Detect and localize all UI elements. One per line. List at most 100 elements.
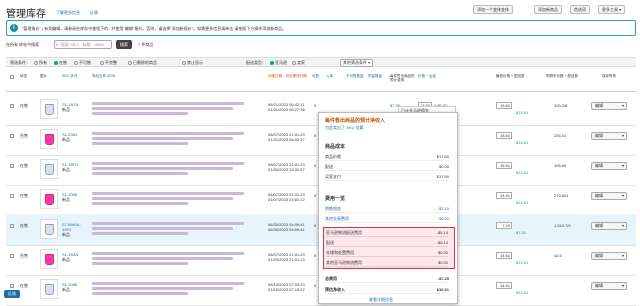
- feedback-tab[interactable]: 反馈: [4, 290, 20, 298]
- row-checkbox[interactable]: [10, 284, 14, 288]
- learn-more-link[interactable]: 了解更多信息: [56, 10, 80, 16]
- row-checkbox[interactable]: [10, 194, 14, 198]
- row-status: 在售: [20, 253, 28, 258]
- row-date: 06/07/2023 21:01:23 01/31/2023 06:02:37: [268, 132, 305, 142]
- col-title[interactable]: 商品名称 ASIN: [92, 74, 122, 78]
- row-lowest: 100.2/6: [554, 103, 568, 108]
- col-sku[interactable]: SKU 状况: [62, 74, 86, 78]
- row-checkbox[interactable]: [10, 104, 14, 108]
- row-edit-dropdown[interactable]: 编辑: [591, 282, 627, 290]
- row-title-redacted[interactable]: [92, 102, 252, 116]
- row-buybox-price: $14.61: [516, 290, 529, 295]
- product-image: [40, 99, 58, 119]
- row-buybox-input[interactable]: 14.61: [496, 282, 512, 289]
- filter-inactive[interactable]: 不可售: [74, 60, 91, 66]
- row-buybox-input[interactable]: 14.61: [496, 252, 512, 259]
- row-edit-dropdown[interactable]: 编辑: [591, 252, 627, 260]
- row-sku[interactable]: S1-2088 新品: [62, 192, 88, 202]
- feedback-link[interactable]: 反馈: [90, 10, 98, 16]
- product-image: [40, 189, 58, 209]
- col-status[interactable]: 状态: [20, 74, 27, 78]
- row-checkbox[interactable]: [10, 224, 14, 228]
- fee-row: 亚马逊物流配送费用 -$5.14: [326, 230, 448, 237]
- row-buybox-input[interactable]: 15.61: [496, 102, 512, 109]
- row-checkbox[interactable]: [10, 164, 14, 168]
- filter-incomplete[interactable]: 不完整: [100, 60, 117, 66]
- col-inbound[interactable]: 入库: [326, 74, 344, 78]
- row-lowest: 42.6: [554, 253, 562, 258]
- row-lowest: 195.60: [554, 163, 567, 168]
- filter-merchant[interactable]: 卖家: [292, 60, 305, 66]
- row-sku[interactable]: S1-1K8A 新品: [62, 252, 88, 262]
- row-date: 06/07/2023 21:01:23 01/29/2023 21:01:23: [268, 252, 305, 262]
- row-status: 在售: [20, 103, 28, 108]
- filter-active[interactable]: 在售: [54, 60, 67, 66]
- filter-suppressed[interactable]: 禁止显示: [182, 60, 203, 66]
- col-image: 图片: [40, 74, 47, 78]
- filter-removed[interactable]: 已删除的商品: [128, 60, 157, 66]
- search-scope-label[interactable]: 在所有 库存中搜索: [6, 42, 39, 48]
- fee-row: 其他亚马逊物流费用 $0.00: [326, 260, 448, 267]
- row-sku[interactable]: S1-2088 新品: [62, 282, 88, 292]
- row-title-redacted[interactable]: [92, 132, 252, 146]
- col-price[interactable]: 价格 + 运费: [418, 74, 446, 78]
- row-title-redacted[interactable]: [92, 282, 252, 296]
- col-unfulfillable[interactable]: 不可售数量: [346, 74, 366, 78]
- view-details-link[interactable]: 查看详细信息: [369, 297, 393, 303]
- fee-row: 配送 $0.00: [325, 164, 449, 171]
- add-variation-button[interactable]: 添加一个变体变体: [473, 5, 513, 14]
- fee-row: 买家支付 $17.90: [325, 174, 449, 181]
- preferences-button[interactable]: 首选项: [570, 5, 590, 14]
- save-all-button[interactable]: 保存所有: [602, 74, 628, 78]
- filter-fba[interactable]: 亚马逊: [270, 60, 287, 66]
- row-status: 在售: [20, 193, 28, 198]
- more-filters-dropdown[interactable]: 其他筛选条件 ▾: [340, 59, 374, 67]
- search-input[interactable]: 搜索 SKU、标题、ISBN: [54, 40, 112, 49]
- page-title: 管理库存: [6, 9, 46, 20]
- row-lowest: 270.824: [554, 193, 569, 198]
- row-title-redacted[interactable]: [92, 252, 252, 266]
- row-sku[interactable]: S1-3RR1 新品: [62, 162, 88, 172]
- row-available: 0: [314, 223, 317, 228]
- row-checkbox[interactable]: [10, 134, 14, 138]
- col-date[interactable]: 创建日期 ↓ 状态更改日期: [268, 74, 312, 78]
- filter-all[interactable]: 所有: [34, 60, 47, 66]
- row-sku[interactable]: S7-BW0A-19E4 新品: [62, 222, 88, 237]
- row-buybox-input[interactable]: 15.61: [496, 162, 512, 169]
- fee-section-title: 费用一览: [325, 196, 346, 202]
- row-edit-dropdown[interactable]: 编辑: [591, 162, 627, 170]
- filter-bar: 筛选条件： 所有 在售 不可售 不完整 已删除的商品 禁止显示 配送类型： 亚马…: [6, 57, 636, 67]
- table-header: 状态 图片 SKU 状况 商品名称 ASIN 创建日期 ↓ 状态更改日期 可售 …: [6, 70, 636, 92]
- row-edit-dropdown[interactable]: 编辑: [591, 102, 627, 110]
- row-edit-dropdown[interactable]: 编辑: [591, 132, 627, 140]
- col-available[interactable]: 可售: [312, 74, 319, 78]
- row-checkbox[interactable]: [10, 254, 14, 258]
- row-buybox-input[interactable]: 18.61: [496, 132, 512, 139]
- row-available: 0: [314, 163, 317, 168]
- more-tools-button[interactable]: 更多工具 ▾: [598, 5, 626, 14]
- row-buybox-input[interactable]: 14.61: [496, 192, 512, 199]
- row-title-redacted[interactable]: [92, 162, 252, 176]
- product-image: [40, 159, 58, 179]
- col-reserved[interactable]: 预留数量: [368, 74, 388, 78]
- banner-text: "管理报价" | 有关编辑，请参阅在库存中查找下的...并使用"编辑"报价。否则…: [22, 26, 287, 31]
- row-date: 06/07/2023 21:01:23 01/07/2023 23:01:22: [268, 192, 305, 202]
- fee-row: 其他交易费用 $0.00: [325, 216, 449, 223]
- row-buybox-price: $14.61: [516, 260, 529, 265]
- add-product-button[interactable]: 添加新商品: [534, 5, 562, 14]
- fulfilled-by-label: 配送类型：: [246, 60, 266, 65]
- row-available: 0: [314, 193, 317, 198]
- row-buybox-price: $7.20: [516, 230, 527, 235]
- info-banner: i "管理报价" | 有关编辑，请参阅在库存中查找下的...并使用"编辑"报价。…: [6, 20, 636, 36]
- row-edit-dropdown[interactable]: 编辑: [591, 192, 627, 200]
- row-buybox-input[interactable]: 7.20: [496, 222, 512, 229]
- total-fees-row: 总费用 -$7.29: [325, 276, 449, 283]
- row-date: 06/14/2023 07:03:23 01/10/2023 07:15:22: [268, 282, 305, 292]
- row-sku[interactable]: S1-2084 新品: [62, 132, 88, 142]
- row-edit-dropdown[interactable]: 编辑: [591, 222, 627, 230]
- row-title-redacted[interactable]: [92, 222, 252, 236]
- row-title-redacted[interactable]: [92, 192, 252, 206]
- product-image: [40, 219, 58, 239]
- search-button[interactable]: 搜索: [116, 40, 132, 49]
- row-sku[interactable]: S1-1N7A 新品: [62, 102, 88, 112]
